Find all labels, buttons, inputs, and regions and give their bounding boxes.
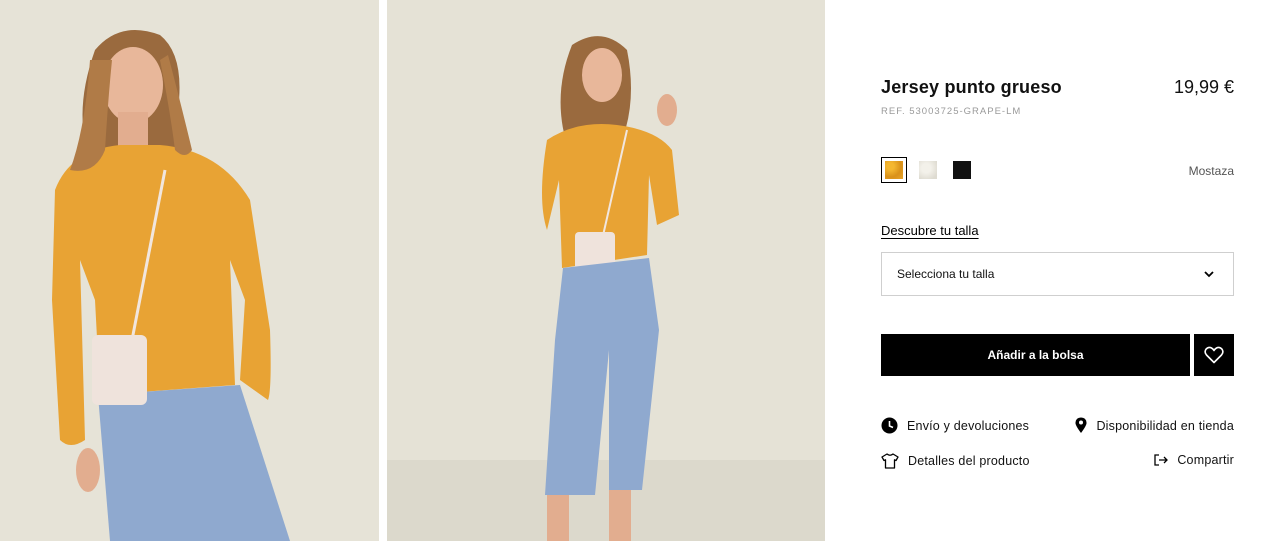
color-swatches [881,157,975,183]
product-image-2[interactable] [387,0,825,541]
color-swatch-crudo[interactable] [915,157,941,183]
location-pin-icon [1075,417,1087,433]
product-details-label: Detalles del producto [908,454,1030,468]
product-title: Jersey punto grueso [881,77,1062,97]
swatch-chip [919,161,937,179]
tshirt-icon [881,453,899,469]
shipping-returns-link[interactable]: Envío y devoluciones [881,417,1029,434]
color-swatch-negro[interactable] [949,157,975,183]
model-photo-closeup [0,0,379,541]
product-detail-panel: Jersey punto grueso 19,99 € REF. 5300372… [881,0,1234,541]
add-to-bag-button[interactable]: Añadir a la bolsa [881,334,1190,376]
product-image-1[interactable] [0,0,379,541]
swatch-chip [953,161,971,179]
share-link[interactable]: Compartir [1154,453,1234,467]
color-swatch-mostaza[interactable] [881,157,907,183]
size-select-placeholder: Selecciona tu talla [897,267,995,281]
store-availability-label: Disponibilidad en tienda [1096,418,1234,433]
product-details-link[interactable]: Detalles del producto [881,453,1030,469]
size-guide-link[interactable]: Descubre tu talla [881,223,979,238]
product-reference: REF. 53003725-GRAPE-LM [881,106,1022,117]
selected-color-name: Mostaza [1188,164,1234,178]
clock-icon [881,417,898,434]
size-select[interactable]: Selecciona tu talla [881,252,1234,296]
share-icon [1154,454,1169,466]
store-availability-link[interactable]: Disponibilidad en tienda [1075,417,1234,434]
share-label: Compartir [1177,453,1234,467]
product-price: 19,99 € [1173,77,1234,97]
model-photo-fullbody [387,0,825,541]
wishlist-button[interactable] [1194,334,1234,376]
swatch-chip [885,161,903,179]
chevron-down-icon [1204,271,1214,278]
shipping-returns-label: Envío y devoluciones [907,418,1030,433]
heart-icon [1204,346,1224,364]
